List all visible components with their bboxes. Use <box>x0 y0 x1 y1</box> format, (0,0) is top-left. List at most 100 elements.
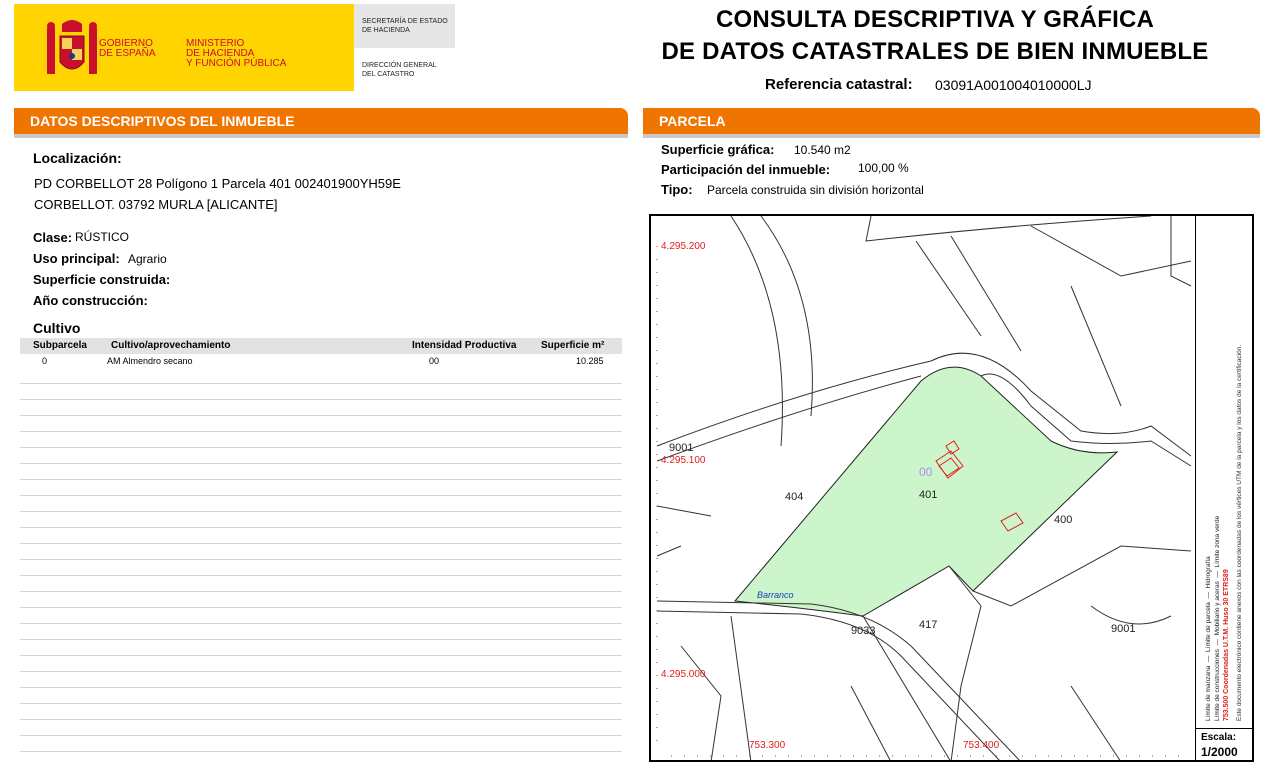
coat-of-arms-icon <box>47 20 97 74</box>
legend-note: Este documento electrónico contiene anex… <box>1236 344 1243 721</box>
table-empty-row <box>20 416 622 432</box>
col-subparcela: Subparcela <box>33 340 87 351</box>
overlay-label: 00 <box>919 465 933 479</box>
table-empty-row <box>20 720 622 736</box>
table-empty-row <box>20 576 622 592</box>
tipo-label: Tipo: <box>661 182 693 197</box>
ref-catastral-label: Referencia catastral: <box>765 76 913 93</box>
map-legend: Límite de manzana — Límite de parcela — … <box>1195 216 1252 760</box>
table-empty-row <box>20 672 622 688</box>
gobierno-logo-band <box>14 4 354 91</box>
anio-construccion-label: Año construcción: <box>33 293 148 308</box>
superficie-grafica-value: 10.540 m2 <box>794 143 851 157</box>
table-empty-row <box>20 528 622 544</box>
table-empty-rows <box>20 368 622 762</box>
parcel-404: 404 <box>785 491 803 503</box>
table-empty-row <box>20 448 622 464</box>
tipo-value: Parcela construida sin división horizont… <box>707 183 924 197</box>
coord-4295200: 4.295.200 <box>661 241 706 252</box>
table-empty-row <box>20 544 622 560</box>
col-cultivo: Cultivo/aprovechamiento <box>111 340 231 351</box>
scale-value: 1/2000 <box>1201 745 1238 759</box>
bar-title-prefix: DATOS DESCRIPTIVOS DEL <box>30 113 222 129</box>
barranco-label: Barranco <box>757 590 794 600</box>
map-drawing: 4.295.200 4.295.100 4.295.000 753.300 75… <box>656 216 1192 760</box>
table-row: 0 AM Almendro secano 00 10.285 <box>20 354 622 368</box>
coord-753400: 753.400 <box>963 740 1000 751</box>
localizacion-label: Localización: <box>33 150 122 166</box>
table-empty-row <box>20 592 622 608</box>
parcel-401: 401 <box>919 489 937 501</box>
col-intensidad: Intensidad Productiva <box>412 340 517 351</box>
table-empty-row <box>20 464 622 480</box>
cadastral-map[interactable]: 4.295.200 4.295.100 4.295.000 753.300 75… <box>649 214 1254 762</box>
datos-descriptivos-bar: DATOS DESCRIPTIVOS DEL INMUEBLE <box>14 108 628 134</box>
bar-title-bold: INMUEBLE <box>221 113 295 129</box>
cultivo-title: Cultivo <box>33 320 81 336</box>
coord-753300: 753.300 <box>749 740 786 751</box>
parcel-400: 400 <box>1054 514 1072 526</box>
legend-limite-construcciones: Límite de construcciones <box>1214 649 1221 721</box>
table-empty-row <box>20 704 622 720</box>
parcel-9033: 9033 <box>851 625 875 637</box>
col-superficie: Superficie m² <box>541 340 605 351</box>
address-line1: PD CORBELLOT 28 Polígono 1 Parcela 401 0… <box>34 176 401 191</box>
legend-coordinates: 753.500 Coordenadas U.T.M. Huso 30 ETRS8… <box>1223 569 1230 721</box>
superficie-grafica-label: Superficie gráfica: <box>661 142 775 157</box>
table-empty-row <box>20 480 622 496</box>
legend-limite-manzana: Límite de manzana <box>1205 665 1212 721</box>
legend-hidrografia: Hidrografía <box>1205 556 1212 589</box>
secretaria-line1: SECRETARÍA DE ESTADO <box>362 18 448 25</box>
direccion-line1: DIRECCIÓN GENERAL <box>362 62 437 69</box>
coord-4295000: 4.295.000 <box>661 669 706 680</box>
table-empty-row <box>20 624 622 640</box>
scale-box: Escala: 1/2000 <box>1195 728 1252 760</box>
coord-4295100: 4.295.100 <box>661 455 706 466</box>
address-line2: CORBELLOT. 03792 MURLA [ALICANTE] <box>34 197 278 212</box>
table-empty-row <box>20 688 622 704</box>
cell-subparcela: 0 <box>42 356 48 366</box>
participacion-value: 100,00 % <box>858 161 909 175</box>
cell-intensidad: 00 <box>429 356 440 366</box>
table-empty-row <box>20 512 622 528</box>
table-empty-row <box>20 640 622 656</box>
superficie-construida-label: Superficie construida: <box>33 272 171 287</box>
cultivo-table: Subparcela Cultivo/aprovechamiento Inten… <box>20 338 622 762</box>
cell-cultivo: AM Almendro secano <box>107 356 193 366</box>
table-empty-row <box>20 384 622 400</box>
table-empty-row <box>20 400 622 416</box>
participacion-label: Participación del inmueble: <box>661 162 831 177</box>
legend-limite-parcela: Límite de parcela <box>1205 602 1212 652</box>
ref-catastral-value: 03091A001004010000LJ <box>935 77 1092 93</box>
table-empty-row <box>20 368 622 384</box>
uso-principal-label: Uso principal: <box>33 251 120 266</box>
parcela-bar: PARCELA <box>643 108 1260 134</box>
parcel-417: 417 <box>919 619 937 631</box>
table-empty-row <box>20 656 622 672</box>
document-title-line1: CONSULTA DESCRIPTIVA Y GRÁFICA <box>715 6 1155 33</box>
cell-superficie: 10.285 <box>576 356 604 366</box>
bar-shadow <box>643 134 1260 138</box>
bar-shadow <box>14 134 628 138</box>
parcel-9001-right: 9001 <box>1111 623 1135 635</box>
clase-value: RÚSTICO <box>75 230 129 244</box>
secretaria-box <box>354 4 455 48</box>
legend-zona-verde: Límite zona verde <box>1214 515 1221 568</box>
legend-mobiliario: Mobiliario y aceras <box>1214 581 1221 636</box>
table-empty-row <box>20 752 622 762</box>
scale-label: Escala: <box>1201 732 1237 743</box>
ministerio-line3: Y FUNCIÓN PÚBLICA <box>186 58 287 69</box>
clase-label: Clase: <box>33 230 73 245</box>
table-empty-row <box>20 560 622 576</box>
direccion-line2: DEL CATASTRO <box>362 71 415 78</box>
table-empty-row <box>20 608 622 624</box>
table-empty-row <box>20 432 622 448</box>
table-empty-row <box>20 496 622 512</box>
document-title-line2: DE DATOS CATASTRALES DE BIEN INMUEBLE <box>661 38 1209 65</box>
uso-principal-value: Agrario <box>128 252 167 266</box>
parcel-9001-left: 9001 <box>669 442 693 454</box>
table-header: Subparcela Cultivo/aprovechamiento Inten… <box>20 338 622 354</box>
gobierno-line2: DE ESPAÑA <box>99 48 156 59</box>
secretaria-line2: DE HACIENDA <box>362 27 410 34</box>
table-empty-row <box>20 736 622 752</box>
